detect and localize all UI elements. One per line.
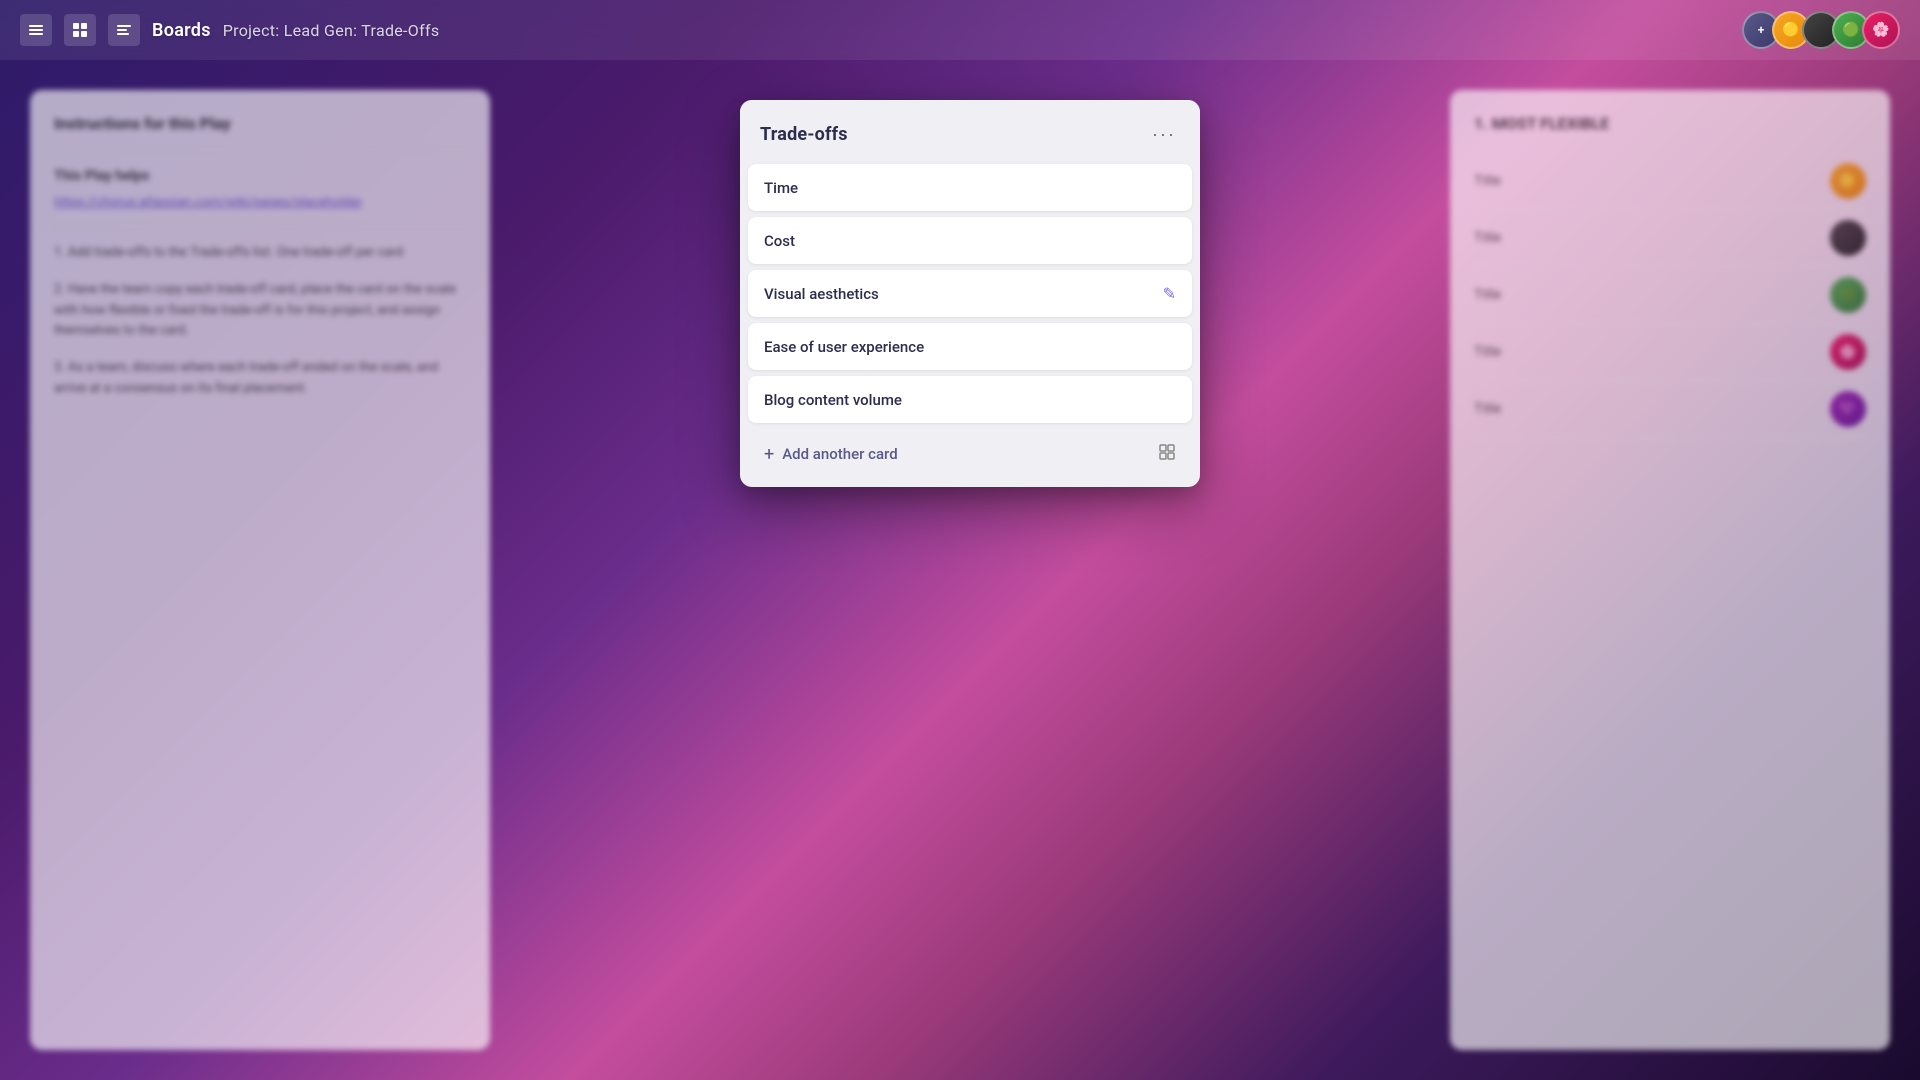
right-item-2: Title <box>1474 210 1866 267</box>
panel-header: Trade-offs ··· <box>740 100 1200 164</box>
card-blog-label: Blog content volume <box>764 391 902 409</box>
left-play-label: This Play helps <box>54 166 466 187</box>
card-visual-label: Visual aesthetics <box>764 285 879 303</box>
list-icon[interactable] <box>108 14 140 46</box>
right-item-3: Title 🌿 <box>1474 267 1866 324</box>
right-avatar-2 <box>1830 220 1866 256</box>
panel-menu-button[interactable]: ··· <box>1148 118 1180 150</box>
add-card-label: Add another card <box>782 445 897 463</box>
left-panel-title: Instructions for this Play <box>54 114 466 133</box>
right-panel: 1. MOST FLEXIBLE Title 🟡 Title Title 🌿 T… <box>1450 90 1890 1050</box>
content-area: Instructions for this Play This Play hel… <box>0 60 1920 1080</box>
left-separator-1 <box>54 149 466 150</box>
right-avatar-1: 🟡 <box>1830 163 1866 199</box>
add-another-card-button[interactable]: + Add another card <box>748 429 1192 479</box>
right-avatar-5: 💜 <box>1830 391 1866 427</box>
right-item-5-label: Title <box>1474 401 1501 417</box>
right-item-4-label: Title <box>1474 344 1501 360</box>
right-avatar-3: 🌿 <box>1830 277 1866 313</box>
card-visual-aesthetics[interactable]: Visual aesthetics ✎ <box>748 270 1192 317</box>
panel-title: Trade-offs <box>760 124 848 145</box>
tradeoffs-panel: Trade-offs ··· Time ✎ Cost ✎ Visual aest… <box>740 100 1200 487</box>
right-item-1: Title 🟡 <box>1474 153 1866 210</box>
card-cost[interactable]: Cost ✎ <box>748 217 1192 264</box>
card-ease-label: Ease of user experience <box>764 338 924 356</box>
left-instructions-panel: Instructions for this Play This Play hel… <box>30 90 490 1050</box>
card-cost-label: Cost <box>764 232 795 250</box>
card-ease-of-ux[interactable]: Ease of user experience ✎ <box>748 323 1192 370</box>
left-instruction-3: 3. As a team, discuss where each trade-o… <box>54 358 466 400</box>
menu-icon[interactable] <box>20 14 52 46</box>
project-title: Project: Lead Gen: Trade-Offs <box>223 21 440 40</box>
template-icon[interactable] <box>1158 443 1176 465</box>
card-time-label: Time <box>764 179 798 197</box>
right-panel-title: 1. MOST FLEXIBLE <box>1474 114 1866 133</box>
add-card-left: + Add another card <box>764 444 898 465</box>
right-item-5: Title 💜 <box>1474 381 1866 438</box>
edit-icon-visual: ✎ <box>1163 284 1176 303</box>
avatar-5[interactable]: 🌸 <box>1862 11 1900 49</box>
left-separator-2 <box>54 226 466 227</box>
center-area: Trade-offs ··· Time ✎ Cost ✎ Visual aest… <box>510 90 1430 1050</box>
app-title: Boards <box>152 20 211 41</box>
right-item-3-label: Title <box>1474 287 1501 303</box>
grid-icon[interactable] <box>64 14 96 46</box>
left-instruction-2: 2. Have the team copy each trade-off car… <box>54 280 466 342</box>
right-item-2-label: Title <box>1474 230 1501 246</box>
card-time[interactable]: Time ✎ <box>748 164 1192 211</box>
right-item-4: Title 🌸 <box>1474 324 1866 381</box>
right-avatar-4: 🌸 <box>1830 334 1866 370</box>
left-link: https://chorus.atlassian.com/wiki/pages/… <box>54 195 466 210</box>
top-bar: Boards Project: Lead Gen: Trade-Offs + 🟡… <box>0 0 1920 60</box>
cards-list: Time ✎ Cost ✎ Visual aesthetics ✎ Ease o… <box>740 164 1200 487</box>
card-blog-content[interactable]: Blog content volume ✎ <box>748 376 1192 423</box>
left-instruction-1: 1. Add trade-offs to the Trade-offs list… <box>54 243 466 264</box>
right-item-1-label: Title <box>1474 173 1501 189</box>
add-plus-icon: + <box>764 444 774 465</box>
